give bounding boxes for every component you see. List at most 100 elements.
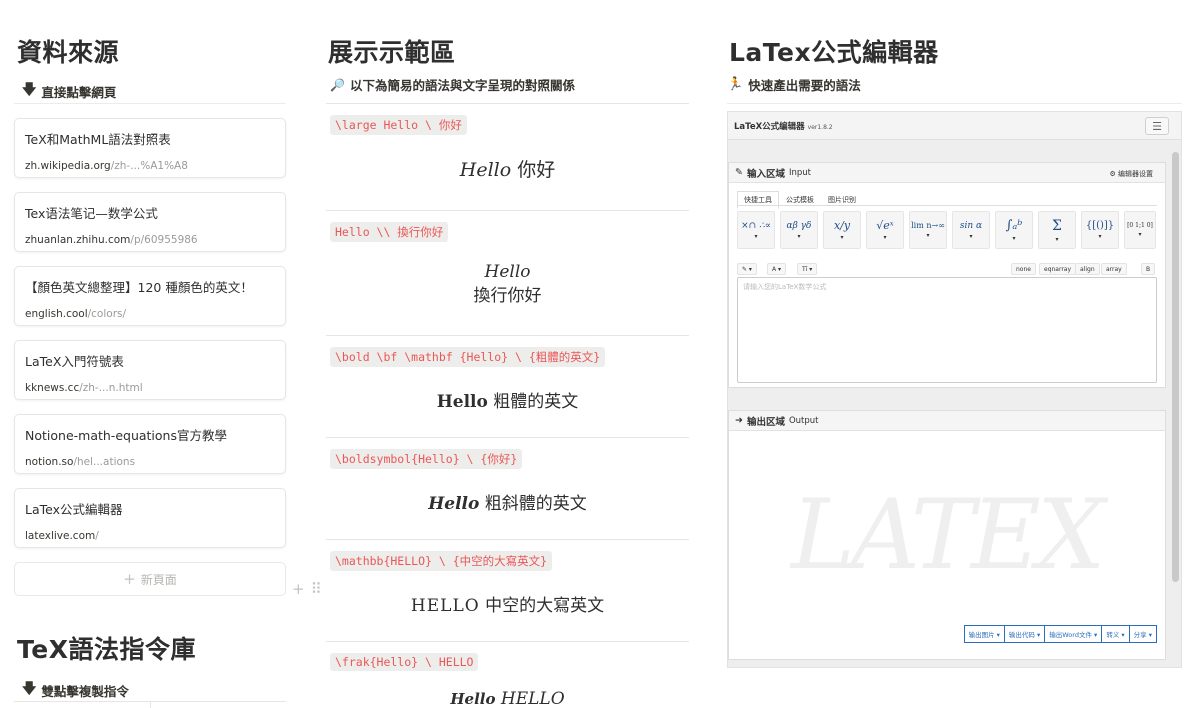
bookmark-card[interactable]: Notione-math-equations官方教學 notion.so/hel…	[14, 414, 286, 474]
text-dropdown[interactable]: Tī ▾	[797, 263, 818, 275]
symbol-button[interactable]: {[()]} ▾	[1081, 211, 1119, 249]
hamburger-menu-icon[interactable]: ☰	[1145, 117, 1169, 135]
symbol-button[interactable]: lim n→∞ ▾	[909, 211, 947, 249]
divider	[727, 103, 1182, 104]
bookmark-card[interactable]: Tex语法笔记—数学公式 zhuanlan.zhihu.com/p/609559…	[14, 192, 286, 252]
sources-subtitle-text: 直接點擊網頁	[41, 84, 117, 100]
new-page-label: 新頁面	[140, 572, 177, 587]
edit-icon: ✎	[735, 167, 743, 178]
bookmark-title: 【顏色英文總整理】120 種顏色的英文！	[25, 280, 253, 295]
symbol-button[interactable]: ∫ₐᵇ ▾	[995, 211, 1033, 249]
output-actions: 输出图片 ▾ 输出代码 ▾ 输出Word文件 ▾ 转义 ▾ 分享 ▾	[963, 625, 1157, 643]
editor-subtitle-text: 快速產出需要的語法	[748, 78, 861, 93]
bookmark-url: zh.wikipedia.org/zh-...%A1%A8	[25, 160, 188, 172]
symbol-button[interactable]: √eˣ ▾	[866, 211, 904, 249]
bookmark-title: TeX和MathML語法對照表	[25, 132, 171, 147]
latex-input[interactable]: 请输入您的LaTeX数学公式	[737, 277, 1157, 383]
env-align-button[interactable]: align	[1075, 263, 1100, 275]
bold-button[interactable]: B	[1141, 263, 1156, 275]
bookmark-card[interactable]: LaTex公式編輯器 latexlive.com/	[14, 488, 286, 548]
new-page-button[interactable]: + 新頁面	[14, 562, 286, 596]
runner-icon: 🏃	[727, 77, 744, 92]
bookmark-title: Notione-math-equations官方教學	[25, 428, 227, 443]
export-image-button[interactable]: 输出图片 ▾	[963, 625, 1005, 643]
bookmark-title: LaTex公式編輯器	[25, 502, 123, 517]
editor-settings-button[interactable]: ⚙ 编辑器设置	[1109, 169, 1153, 179]
code-snippet[interactable]: \frak{Hello} \ HELLO	[330, 653, 479, 671]
demo-block: \large Hello \ 你好 Hello 你好	[326, 103, 689, 210]
pen-dropdown[interactable]: ✎ ▾	[737, 263, 757, 275]
demo-subtitle: 🔎 以下為簡易的語法與文字呈現的對照關係	[330, 75, 575, 94]
editor-subtitle: 🏃 快速產出需要的語法	[727, 75, 861, 94]
demo-block: \mathbb{HELLO} \ {中空的大寫英文} HELLO 中空的大寫英文	[326, 539, 689, 641]
bookmark-url: notion.so/hel...ations	[25, 456, 136, 468]
input-panel: ✎ 输入区域 Input ⚙ 编辑器设置 快捷工具 公式模板 图片识别 ×∩ ∴…	[728, 162, 1166, 388]
library-subtitle-text: 雙點擊複製指令	[41, 683, 129, 699]
demo-block: \frak{Hello} \ HELLO Hello HELLO	[326, 641, 689, 708]
arrow-down-icon: 🡇	[22, 82, 37, 98]
share-button[interactable]: 分享 ▾	[1128, 625, 1157, 643]
demo-title: 展示示範區	[328, 38, 456, 67]
code-snippet[interactable]: Hello \\ 換行你好	[330, 222, 449, 242]
font-dropdown[interactable]: A ▾	[767, 263, 787, 275]
latex-editor-embed[interactable]: LaTeX公式编辑器 ver1.8.2 ☰ ✎ 输入区域 Input ⚙ 编辑器设…	[727, 111, 1182, 668]
magnifier-icon: 🔎	[330, 77, 345, 92]
symbol-button[interactable]: x/y ▾	[823, 211, 861, 249]
output-panel: ➜ 输出区域 Output LATEX 输出图片 ▾ 输出代码 ▾ 输出Word…	[728, 410, 1166, 660]
divider	[14, 103, 286, 104]
bookmark-title: LaTeX入門符號表	[25, 354, 124, 369]
code-snippet[interactable]: \mathbb{HELLO} \ {中空的大寫英文}	[330, 551, 553, 571]
bookmark-card[interactable]: LaTeX入門符號表 kknews.cc/zh-...n.html	[14, 340, 286, 400]
demo-block: \boldsymbol{Hello} \ {你好} Hello 粗斜體的英文	[326, 437, 689, 539]
tab-quick-tools[interactable]: 快捷工具	[737, 191, 779, 209]
table-divider	[150, 702, 151, 708]
rendered-formula: Hello 粗斜體的英文	[428, 494, 587, 514]
latex-watermark: LATEX	[791, 479, 1105, 591]
bookmark-card[interactable]: 【顏色英文總整理】120 種顏色的英文！ english.cool/colors…	[14, 266, 286, 326]
editor-title: LaTex公式編輯器	[729, 38, 939, 67]
symbol-button[interactable]: ×∩ ∴∝ ▾	[737, 211, 775, 249]
arrow-down-icon: 🡇	[22, 681, 37, 697]
symbol-toolbar: ×∩ ∴∝ ▾ αβ γδ ▾ x/y ▾ √eˣ ▾ lim n→∞ ▾ sin α ▾ …	[737, 211, 1156, 249]
plus-icon: +	[123, 570, 136, 588]
symbol-button[interactable]: sin α ▾	[952, 211, 990, 249]
symbol-button[interactable]: [0 1;1 0] ▾	[1124, 211, 1156, 249]
bookmark-url: kknews.cc/zh-...n.html	[25, 382, 143, 394]
env-none-button[interactable]: none	[1011, 263, 1036, 275]
code-snippet[interactable]: \bold \bf \mathbf {Hello} \ {粗體的英文}	[330, 347, 606, 367]
demo-block: \bold \bf \mathbf {Hello} \ {粗體的英文} Hell…	[326, 335, 689, 437]
format-toolbar: ✎ ▾ A ▾ Tī ▾ none eqnarray align array B	[737, 263, 1157, 277]
demo-block: Hello \\ 換行你好 Hello 換行你好	[326, 210, 689, 335]
library-subtitle: 🡇 雙點擊複製指令	[22, 678, 129, 702]
escape-button[interactable]: 转义 ▾	[1101, 625, 1130, 643]
library-table	[14, 701, 286, 708]
bookmark-card[interactable]: TeX和MathML語法對照表 zh.wikipedia.org/zh-...%…	[14, 118, 286, 178]
symbol-button[interactable]: αβ γδ ▾	[780, 211, 818, 249]
rendered-formula: Hello 換行你好	[473, 262, 542, 306]
rendered-formula: Hello HELLO	[450, 689, 565, 708]
output-preview: LATEX 输出图片 ▾ 输出代码 ▾ 输出Word文件 ▾ 转义 ▾ 分享 ▾	[729, 431, 1165, 659]
code-snippet[interactable]: \boldsymbol{Hello} \ {你好}	[330, 449, 523, 469]
output-panel-header: ➜ 输出区域 Output	[729, 411, 1165, 431]
bookmark-title: Tex语法笔记—数学公式	[25, 206, 158, 221]
add-block-icon[interactable]: +	[292, 580, 305, 598]
bookmark-url: latexlive.com/	[25, 530, 99, 542]
editor-scrollbar[interactable]	[1172, 152, 1179, 582]
rendered-formula: Hello 粗體的英文	[436, 392, 579, 412]
tab-image-recognition[interactable]: 图片识别	[821, 191, 863, 209]
bookmark-url: zhuanlan.zhihu.com/p/60955986	[25, 234, 198, 246]
code-snippet[interactable]: \large Hello \ 你好	[330, 115, 467, 135]
bookmark-url: english.cool/colors/	[25, 308, 127, 320]
output-icon: ➜	[735, 415, 743, 426]
tab-formula-templates[interactable]: 公式模板	[779, 191, 821, 209]
editor-app-title: LaTeX公式编辑器 ver1.8.2	[734, 122, 833, 132]
env-array-button[interactable]: array	[1101, 263, 1127, 275]
env-eqnarray-button[interactable]: eqnarray	[1039, 263, 1077, 275]
export-code-button[interactable]: 输出代码 ▾	[1003, 625, 1046, 643]
symbol-button[interactable]: Σ ▾	[1038, 211, 1076, 249]
rendered-formula: HELLO 中空的大寫英文	[410, 596, 605, 616]
drag-handle-icon[interactable]: ⠿	[311, 580, 322, 598]
library-title: TeX語法指令庫	[17, 635, 196, 664]
export-word-button[interactable]: 输出Word文件 ▾	[1044, 625, 1103, 643]
input-panel-header: ✎ 输入区域 Input	[729, 163, 1165, 183]
